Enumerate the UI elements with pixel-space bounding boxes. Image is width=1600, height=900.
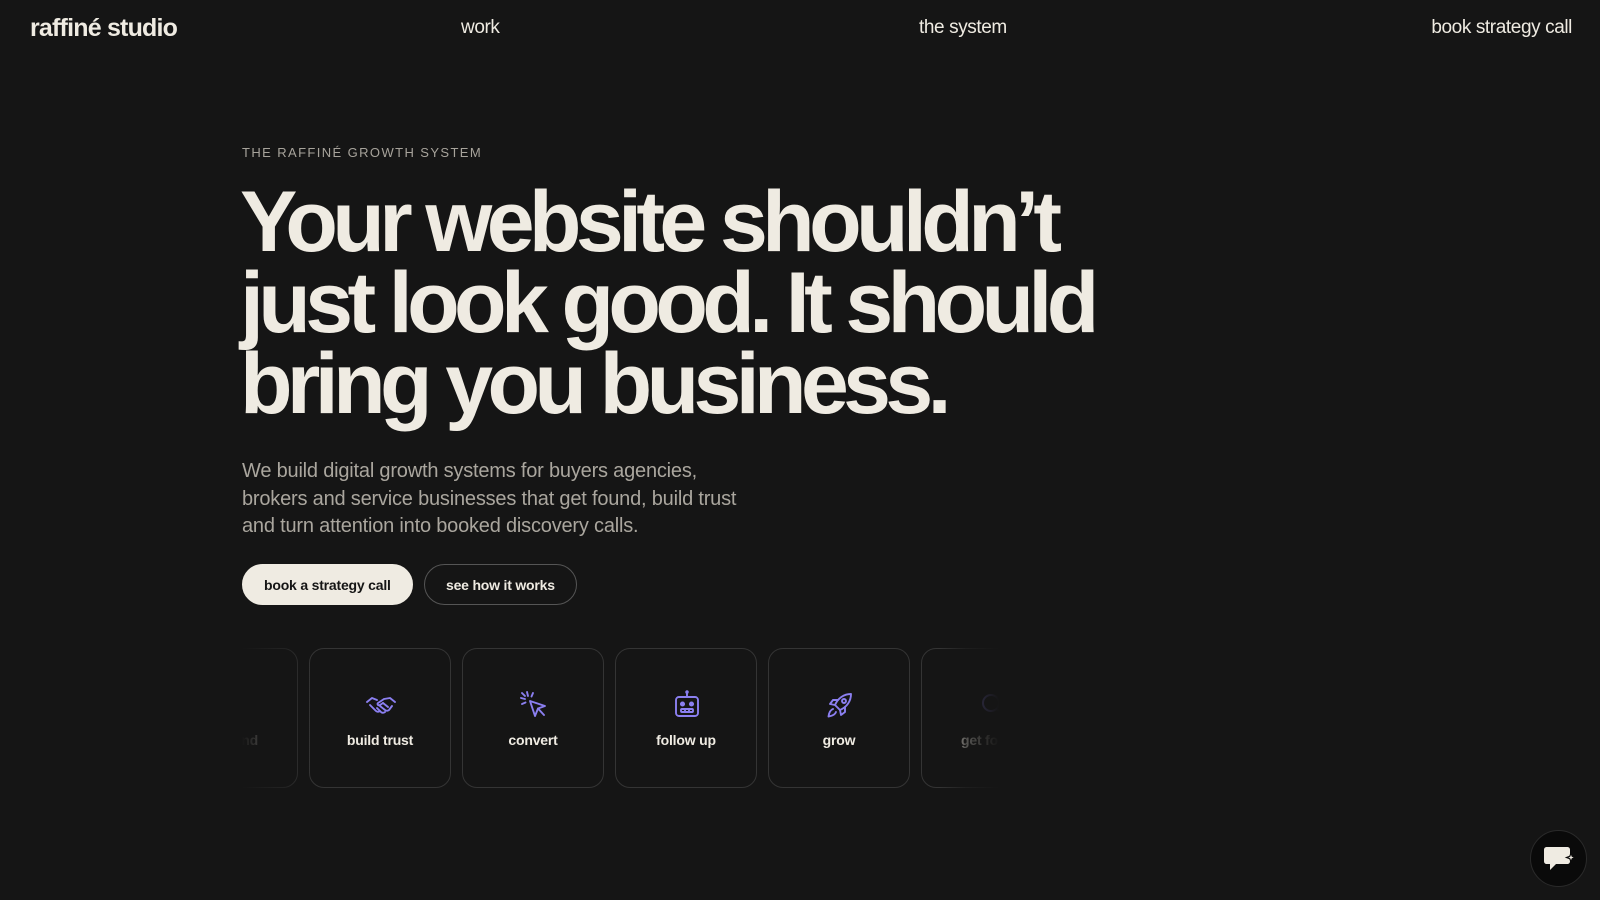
- step-card-label: grow: [822, 732, 856, 748]
- search-icon: [242, 689, 244, 721]
- nav-link-work[interactable]: work: [461, 17, 500, 39]
- step-card-follow-up[interactable]: follow up: [615, 648, 757, 788]
- book-strategy-call-button[interactable]: book a strategy call: [242, 564, 413, 605]
- hero-subtext: We build digital growth systems for buye…: [242, 460, 737, 537]
- search-icon: [982, 694, 999, 713]
- step-card-label: build trust: [346, 732, 414, 748]
- step-card-grow[interactable]: grow: [768, 648, 910, 788]
- robot-icon: [675, 690, 699, 717]
- step-card-label: get found: [242, 732, 258, 748]
- chat-bubble-icon: [1543, 846, 1576, 870]
- top-nav: raffiné studio work the system book stra…: [0, 0, 1600, 60]
- step-card-get-found-repeat[interactable]: get found: [921, 648, 999, 788]
- chat-widget-button[interactable]: [1530, 830, 1587, 887]
- step-card-convert[interactable]: convert: [462, 648, 604, 788]
- step-card-label: convert: [508, 732, 558, 748]
- growth-steps-carousel[interactable]: get found build trust: [242, 648, 999, 790]
- cursor-click-icon: [520, 691, 546, 717]
- nav-link-the-system[interactable]: the system: [919, 17, 1007, 39]
- see-how-it-works-button[interactable]: see how it works: [424, 564, 577, 605]
- hero-headline: Your website shouldn’t just look good. I…: [240, 174, 1099, 432]
- growth-steps-track: get found build trust: [242, 648, 999, 788]
- rocket-icon: [827, 693, 852, 718]
- step-card-build-trust[interactable]: build trust: [309, 648, 451, 788]
- step-card-label: follow up: [656, 732, 716, 748]
- logo[interactable]: raffiné studio: [30, 14, 178, 43]
- nav-link-book-strategy-call[interactable]: book strategy call: [1431, 17, 1572, 39]
- step-card-get-found[interactable]: get found: [242, 648, 298, 788]
- step-card-label: get found: [961, 732, 999, 748]
- handshake-icon: [366, 697, 396, 714]
- hero-eyebrow: THE RAFFINÉ GROWTH SYSTEM: [242, 145, 483, 160]
